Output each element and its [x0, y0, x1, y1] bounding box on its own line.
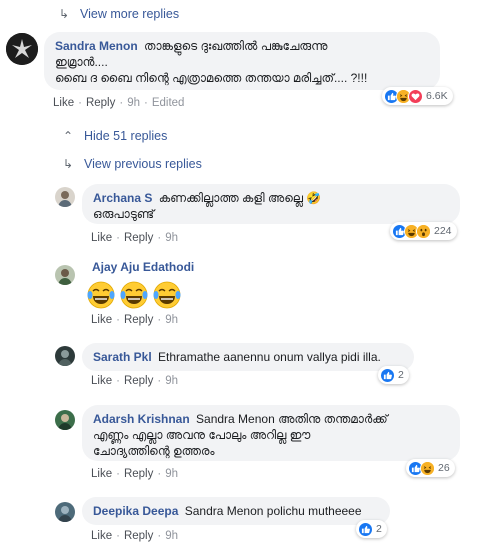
comment-author[interactable]: Sandra Menon: [55, 39, 138, 53]
comment-text: കണക്കില്ലാത്ത കളി അല്ലെ 🤣: [158, 191, 322, 205]
reaction-count: 2: [398, 369, 404, 381]
haha-reaction-icon: [420, 460, 435, 476]
reply-button[interactable]: Reply: [124, 314, 153, 326]
comment-text: എണ്ണം എല്ലാ അവനു പോലും അറില്ല ഈ: [93, 428, 311, 442]
comment-bubble: Sarath Pkl Ethramathe aanennu onum vally…: [82, 343, 414, 371]
reactions-summary[interactable]: 6.6K: [382, 87, 453, 105]
reaction-count: 26: [438, 462, 450, 474]
comment-text: Ethramathe aanennu onum vallya pidi illa…: [158, 350, 381, 364]
comment-bubble: Sandra Menon താങ്കളുടെ ദുഃഖത്തിൽ പങ്കുചേ…: [44, 32, 440, 90]
chevron-up-icon: ⌃: [62, 129, 74, 143]
hide-replies-link[interactable]: ⌃ Hide 51 replies: [62, 129, 167, 143]
comment-time[interactable]: 9h: [165, 232, 178, 244]
avatar-photo-icon: [55, 187, 75, 207]
reactions-summary[interactable]: 2: [378, 366, 409, 384]
avatar-photo-icon: [55, 502, 75, 522]
avatar[interactable]: [55, 187, 75, 207]
love-reaction-icon: [408, 88, 423, 104]
like-reaction-icon: [380, 367, 395, 383]
reactions-summary[interactable]: 2: [356, 520, 387, 538]
like-button[interactable]: Like: [91, 468, 112, 480]
comment-time[interactable]: 9h: [165, 314, 178, 326]
reaction-count: 6.6K: [426, 90, 448, 102]
comment-author[interactable]: Adarsh Krishnan: [93, 412, 190, 426]
comment-actions: Like · Reply · 9h · Edited: [53, 97, 185, 109]
reply-button[interactable]: Reply: [124, 468, 153, 480]
view-more-replies-label: View more replies: [80, 7, 180, 21]
reply-arrow-icon: ↳: [58, 7, 70, 21]
comment-actions: Like · Reply · 9h: [91, 375, 178, 387]
reply-button[interactable]: Reply: [86, 97, 115, 109]
comment-time[interactable]: 9h: [165, 530, 178, 542]
avatar-photo-icon: [55, 265, 75, 285]
comment-author[interactable]: Archana S: [93, 191, 152, 205]
comment-actions: Like · Reply · 9h: [91, 232, 178, 244]
comment-actions: Like · Reply · 9h: [91, 530, 178, 542]
comment-text: ചോദ്യത്തിന്റെ ഉത്തരം: [93, 444, 215, 458]
reaction-count: 224: [434, 225, 452, 237]
wow-reaction-icon: [416, 223, 431, 239]
comment-author[interactable]: Sarath Pkl: [93, 350, 152, 364]
comment-time[interactable]: 9h: [165, 468, 178, 480]
like-button[interactable]: Like: [91, 530, 112, 542]
reply-button[interactable]: Reply: [124, 375, 153, 387]
reactions-summary[interactable]: 26: [406, 459, 455, 477]
avatar[interactable]: [6, 33, 38, 65]
reply-button[interactable]: Reply: [124, 530, 153, 542]
reactions-summary[interactable]: 224: [390, 222, 457, 240]
comment-bubble: Archana S കണക്കില്ലാത്ത കളി അല്ലെ 🤣 ഒരുപ…: [82, 184, 460, 224]
comment-text: ബൈ ദ ബൈ നിന്റെ എത്രാമത്തെ തന്തയാ മരിച്ചത…: [55, 71, 368, 85]
like-button[interactable]: Like: [91, 375, 112, 387]
edited-label[interactable]: Edited: [152, 97, 185, 109]
avatar[interactable]: [55, 410, 75, 430]
like-button[interactable]: Like: [91, 232, 112, 244]
comment-bubble: Deepika Deepa Sandra Menon polichu muthe…: [82, 497, 390, 525]
like-button[interactable]: Like: [53, 97, 74, 109]
like-reaction-icon: [358, 521, 373, 537]
reply-button[interactable]: Reply: [124, 232, 153, 244]
view-more-replies-link[interactable]: ↳ View more replies: [58, 7, 179, 21]
comment-bubble: Adarsh Krishnan Sandra Menon അതിനു തന്തമ…: [82, 405, 460, 461]
view-previous-replies-link[interactable]: ↳ View previous replies: [62, 157, 202, 171]
avatar[interactable]: [55, 346, 75, 366]
tears-of-joy-icon: [87, 281, 181, 309]
joy-emoji-sticker: [86, 280, 186, 310]
comment-text: ഒരുപാടുണ്ട്: [93, 207, 155, 221]
avatar[interactable]: [55, 502, 75, 522]
comment-time[interactable]: 9h: [127, 97, 140, 109]
comment-actions: Like · Reply · 9h: [91, 468, 178, 480]
comment-text: Sandra Menon polichu mutheeee: [184, 504, 362, 518]
comment-author[interactable]: Deepika Deepa: [93, 504, 178, 518]
comment-author[interactable]: Ajay Aju Edathodi: [92, 260, 194, 274]
view-previous-replies-label: View previous replies: [84, 157, 202, 171]
comment-time[interactable]: 9h: [165, 375, 178, 387]
reaction-count: 2: [376, 523, 382, 535]
avatar[interactable]: [55, 265, 75, 285]
avatar-photo-icon: [55, 346, 75, 366]
avatar-photo-icon: [55, 410, 75, 430]
comment-text: Sandra Menon അതിനു തന്തമാർക്ക്: [196, 412, 388, 426]
hide-replies-label: Hide 51 replies: [84, 129, 168, 143]
comment-text: താങ്കളുടെ ദുഃഖത്തിൽ പങ്കുചേരുന്നു: [144, 39, 328, 53]
reply-arrow-icon: ↳: [62, 157, 74, 171]
comment-actions: Like · Reply · 9h: [91, 314, 178, 326]
comment-text: ഇമ്രാൻ....: [55, 55, 108, 69]
like-button[interactable]: Like: [91, 314, 112, 326]
avatar-emblem-icon: [6, 33, 38, 65]
